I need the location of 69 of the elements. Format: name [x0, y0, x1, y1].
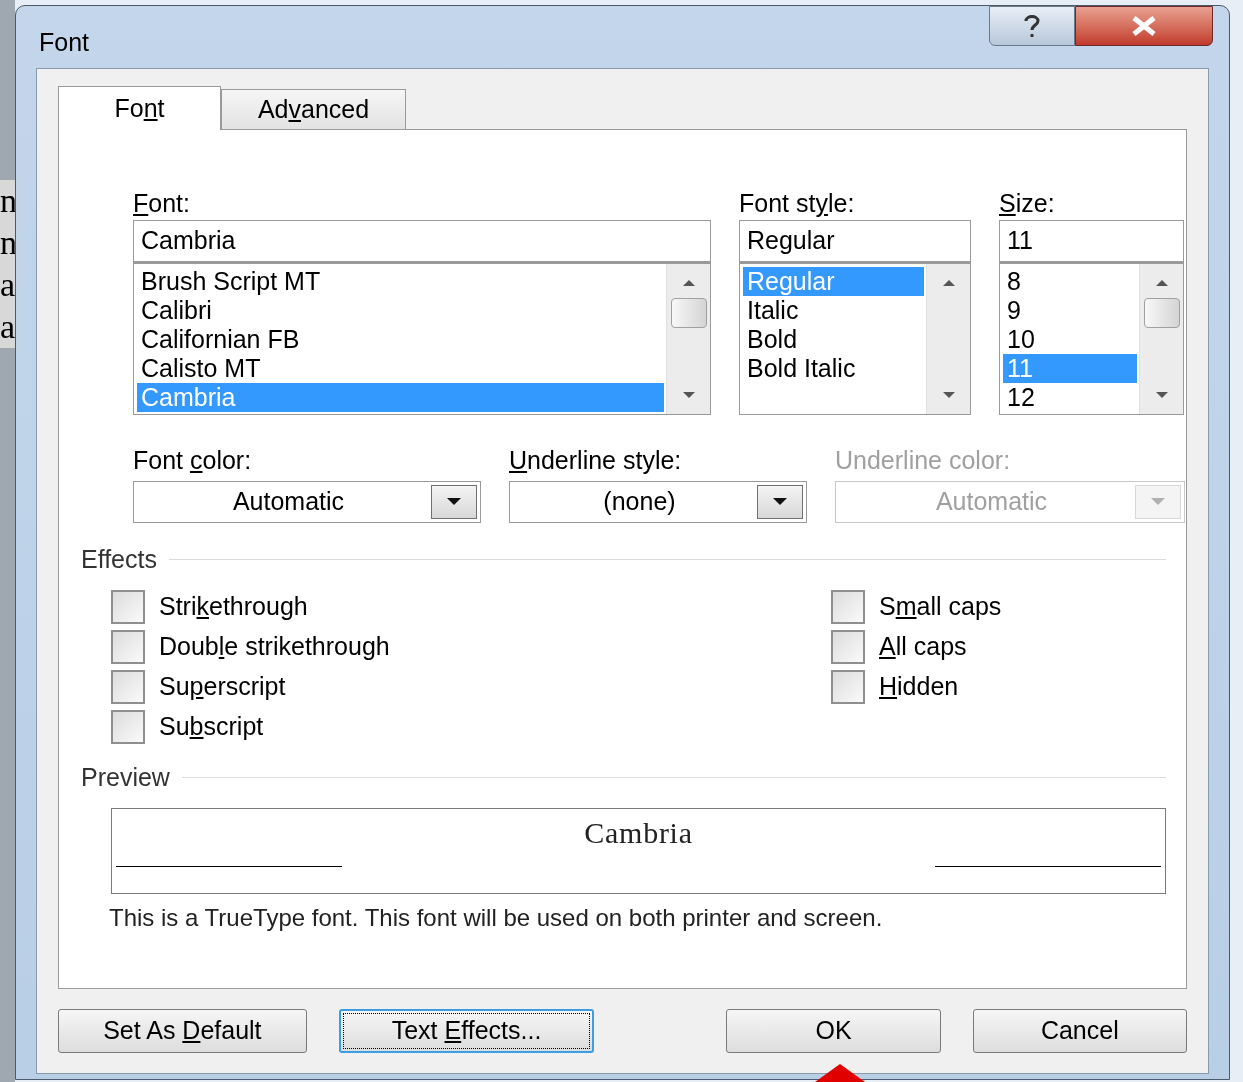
list-item[interactable]: Calibri: [137, 296, 664, 325]
caret-icon: [446, 498, 462, 506]
checkbox[interactable]: [111, 669, 145, 704]
checkbox[interactable]: [831, 629, 865, 664]
tab[interactable]: Font: [58, 86, 221, 130]
checkbox-label: Hidden: [879, 670, 959, 702]
checkbox[interactable]: [111, 709, 145, 744]
list-item[interactable]: Bold: [743, 325, 924, 354]
font-description: This is a TrueType font. This font will be used on both printer and screen.: [109, 903, 884, 933]
checkbox[interactable]: [831, 589, 865, 624]
document-text: a: [0, 307, 15, 347]
field-label: Font color:: [133, 445, 253, 475]
dialog-button[interactable]: Text Effects...: [338, 1009, 595, 1053]
checkbox[interactable]: [111, 589, 145, 624]
list-item[interactable]: Brush Script MT: [137, 267, 664, 296]
close-icon: [1130, 15, 1158, 37]
list-item[interactable]: Calisto MT: [137, 354, 664, 383]
text-field[interactable]: Regular: [739, 220, 971, 262]
field-label: Underline style:: [509, 445, 683, 475]
scrollbar[interactable]: [1139, 264, 1183, 414]
close-button[interactable]: [1075, 6, 1213, 46]
checkbox-label: Superscript: [159, 670, 286, 702]
dropdown-button[interactable]: [757, 485, 803, 519]
text-field[interactable]: 11: [999, 220, 1184, 262]
field-label: Font style:: [739, 188, 856, 218]
list-item[interactable]: 9: [1003, 296, 1137, 325]
scrollbar[interactable]: [926, 264, 970, 414]
checkbox-label: Small caps: [879, 590, 1002, 622]
list-item[interactable]: 12: [1003, 383, 1137, 412]
list-item[interactable]: 8: [1003, 267, 1137, 296]
field-label: Size:: [999, 188, 1056, 218]
document-text: n: [0, 223, 15, 263]
checkbox[interactable]: [831, 669, 865, 704]
scrollbar[interactable]: [666, 264, 710, 414]
scroll-thumb[interactable]: [1143, 298, 1180, 328]
section-heading: Effects: [81, 544, 157, 575]
list-item[interactable]: Italic: [743, 296, 924, 325]
checkbox-label: Strikethrough: [159, 590, 308, 622]
help-icon: [1022, 13, 1042, 39]
section-heading: Preview: [81, 761, 170, 793]
document-text: n: [0, 181, 15, 221]
caret-icon: [772, 498, 788, 506]
tab[interactable]: Advanced: [221, 89, 406, 129]
list-box[interactable]: 8 9 10 11 12: [999, 262, 1184, 415]
list-item[interactable]: Californian FB: [137, 325, 664, 354]
list-box[interactable]: Regular Italic Bold Bold Italic: [739, 262, 971, 415]
caret-icon: [1150, 498, 1166, 506]
list-item[interactable]: 10: [1003, 325, 1137, 354]
dropdown[interactable]: (none): [509, 481, 807, 523]
preview-text: Cambria: [583, 814, 694, 851]
text-field[interactable]: Cambria: [133, 220, 711, 262]
field-label: Underline color:: [835, 445, 1012, 475]
dialog-button[interactable]: OK: [726, 1009, 941, 1053]
checkbox[interactable]: [111, 629, 145, 664]
checkbox-label: Double strikethrough: [159, 630, 390, 662]
list-box[interactable]: Brush Script MT Calibri Californian FB Calisto MT Cambria: [133, 262, 711, 415]
scroll-thumb[interactable]: [670, 298, 707, 328]
list-item[interactable]: Bold Italic: [743, 354, 924, 383]
checkbox-label: All caps: [879, 630, 967, 662]
checkbox-label: Subscript: [159, 710, 264, 742]
help-button[interactable]: [989, 6, 1075, 46]
dialog-button[interactable]: Cancel: [972, 1009, 1187, 1053]
dialog-button[interactable]: Set As Default: [58, 1009, 307, 1053]
field-label: Font:: [133, 188, 191, 218]
dropdown-button[interactable]: [431, 485, 477, 519]
window-title: Font: [39, 27, 90, 58]
arrow-icon: [815, 1064, 865, 1082]
document-text: a: [0, 265, 15, 305]
dropdown[interactable]: Automatic: [133, 481, 481, 523]
